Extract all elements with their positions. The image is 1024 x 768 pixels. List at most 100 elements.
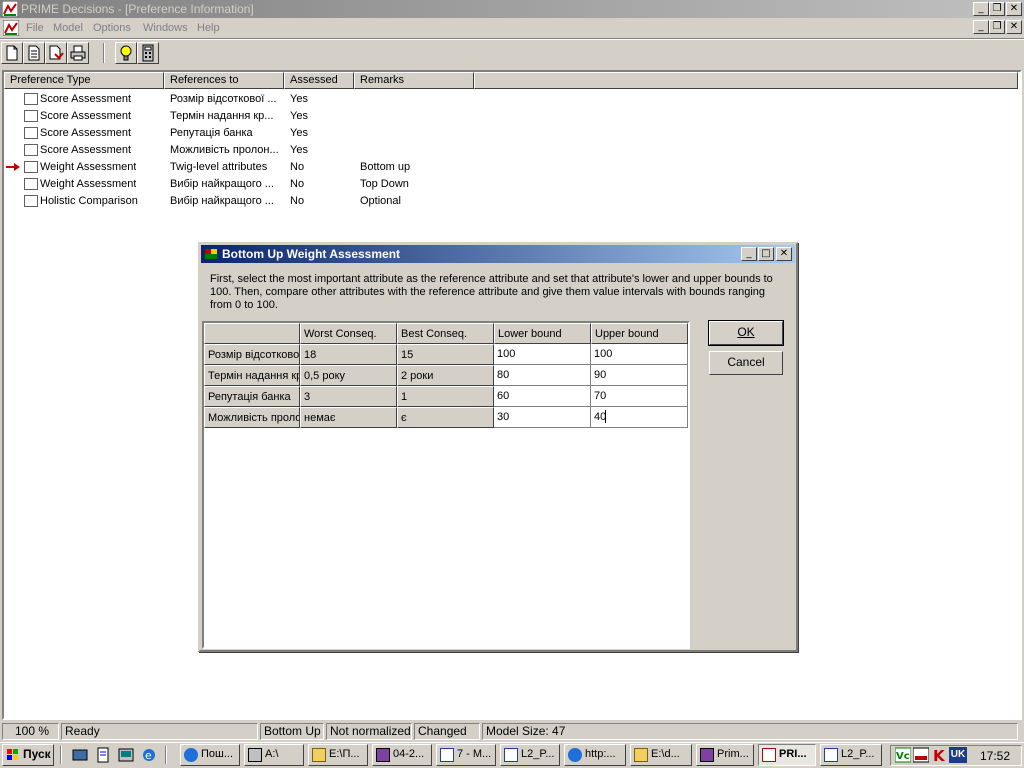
grid-worst-cell: немає: [300, 407, 397, 428]
task-button[interactable]: 04-2...: [372, 744, 432, 766]
task-label: 7 - M...: [457, 748, 492, 760]
weight-chart-icon: [24, 161, 38, 173]
menu-options[interactable]: Options: [93, 22, 131, 34]
grid-lower-bound-input[interactable]: 100: [494, 344, 591, 365]
minimize-button[interactable]: _: [973, 2, 989, 16]
task-button[interactable]: L2_P...: [820, 744, 882, 766]
antivirus-k-icon[interactable]: K: [931, 747, 947, 765]
dialog-title-bar[interactable]: Bottom Up Weight Assessment _ □ ✕: [201, 245, 795, 263]
explorer-icon[interactable]: [118, 747, 134, 763]
pref-type: Score Assessment: [40, 93, 132, 105]
task-button[interactable]: 7 - M...: [436, 744, 496, 766]
task-label: Пош...: [201, 748, 234, 760]
grid-header-upper[interactable]: Upper bound: [591, 323, 688, 344]
start-button[interactable]: Пуск: [2, 744, 54, 766]
print-button[interactable]: [67, 42, 89, 64]
child-restore-button[interactable]: ❐: [989, 20, 1005, 34]
clock[interactable]: 17:52: [980, 749, 1010, 763]
child-close-button[interactable]: ✕: [1006, 20, 1022, 34]
vc-tray-icon[interactable]: Vc: [894, 747, 912, 763]
grid-upper-bound-input[interactable]: 90: [591, 365, 688, 386]
close-button[interactable]: ✕: [1006, 2, 1022, 16]
idea-button[interactable]: [115, 42, 137, 64]
child-minimize-button[interactable]: _: [973, 20, 989, 34]
internet-explorer-icon[interactable]: e: [141, 747, 157, 763]
grid-header-best[interactable]: Best Conseq.: [397, 323, 494, 344]
calculator-button[interactable]: [137, 42, 159, 64]
year-tray-icon[interactable]: [912, 747, 930, 763]
dialog-minimize-button[interactable]: _: [741, 247, 757, 261]
drive-icon: [248, 748, 262, 762]
task-button[interactable]: E:\П...: [308, 744, 368, 766]
dialog-close-button[interactable]: ✕: [776, 247, 792, 261]
word-icon: [504, 748, 518, 762]
cancel-label: Cancel: [727, 355, 765, 369]
menu-help[interactable]: Help: [197, 22, 220, 34]
new-file-button[interactable]: [1, 42, 23, 64]
grid-header-lower[interactable]: Lower bound: [494, 323, 591, 344]
pref-row[interactable]: Weight Assessment Вибір найкращого ... N…: [4, 176, 1018, 193]
pref-row[interactable]: Score Assessment Розмір відсоткової ... …: [4, 91, 1018, 108]
pref-assessed: No: [290, 178, 305, 190]
col-header-preference-type[interactable]: Preference Type: [4, 72, 164, 89]
task-button[interactable]: E:\d...: [630, 744, 692, 766]
show-desktop-icon[interactable]: [72, 747, 88, 763]
task-button[interactable]: http:...: [564, 744, 626, 766]
child-window-icon[interactable]: [2, 19, 20, 37]
pref-row[interactable]: Score Assessment Термін надання кр... Ye…: [4, 108, 1018, 125]
grid-attribute-cell: Репутація банка: [204, 386, 300, 407]
grid-best-cell: 2 роки: [397, 365, 494, 386]
menu-file[interactable]: File: [26, 22, 44, 34]
notepad-icon[interactable]: [95, 747, 111, 763]
open-file-button[interactable]: [23, 42, 45, 64]
col-header-remarks[interactable]: Remarks: [354, 72, 474, 89]
holistic-chart-icon: [24, 195, 38, 207]
close-icon: ✕: [1009, 21, 1019, 32]
pref-type: Holistic Comparison: [40, 195, 138, 207]
grid-lower-bound-input[interactable]: 30: [494, 407, 591, 428]
dialog-maximize-button[interactable]: □: [758, 247, 774, 261]
score-chart-icon: [24, 110, 38, 122]
pref-ref: Розмір відсоткової ...: [170, 93, 277, 105]
menu-windows[interactable]: Windows: [143, 22, 188, 34]
status-mode: Bottom Up: [260, 723, 324, 740]
col-header-references-to[interactable]: References to: [164, 72, 284, 89]
status-zoom: 100 %: [2, 723, 59, 740]
minimize-icon: _: [746, 248, 752, 259]
grid-upper-bound-input[interactable]: 100: [591, 344, 688, 365]
language-indicator[interactable]: UK: [949, 747, 967, 763]
score-chart-icon: [24, 93, 38, 105]
grid-attribute-cell: Термін надання кредиту: [204, 365, 300, 386]
status-changed: Changed: [414, 723, 480, 740]
start-label: Пуск: [23, 747, 51, 761]
app-title-bar[interactable]: PRIME Decisions - [Preference Informatio…: [0, 0, 1024, 18]
task-label: 04-2...: [393, 748, 425, 760]
cancel-button[interactable]: Cancel: [709, 351, 783, 375]
menu-bar: File Model Options Windows Help _ ❐ ✕: [0, 19, 1024, 38]
save-file-button[interactable]: [45, 42, 67, 64]
grid-worst-cell: 18: [300, 344, 397, 365]
grid-header-worst[interactable]: Worst Conseq.: [300, 323, 397, 344]
pref-remarks: Bottom up: [360, 161, 411, 173]
grid-lower-bound-input[interactable]: 80: [494, 365, 591, 386]
task-label: L2_P...: [521, 748, 555, 760]
pref-row[interactable]: Score Assessment Можливість пролон... Ye…: [4, 142, 1018, 159]
pref-ref: Вибір найкращого ...: [170, 195, 274, 207]
col-header-assessed[interactable]: Assessed: [284, 72, 354, 89]
grid-lower-bound-input[interactable]: 60: [494, 386, 591, 407]
restore-button[interactable]: ❐: [989, 2, 1005, 16]
dialog-app-icon: [204, 247, 218, 261]
status-normalization: Not normalized: [326, 723, 412, 740]
windows-logo-icon: [6, 748, 20, 762]
task-button[interactable]: Пош...: [180, 744, 240, 766]
task-button[interactable]: L2_P...: [500, 744, 560, 766]
task-button[interactable]: Prim...: [696, 744, 754, 766]
menu-model[interactable]: Model: [53, 22, 83, 34]
ok-button[interactable]: OK: [709, 321, 783, 345]
pref-row[interactable]: Weight Assessment Twig-level attributes …: [4, 159, 1018, 176]
pref-row[interactable]: Holistic Comparison Вибір найкращого ...…: [4, 193, 1018, 210]
grid-upper-bound-input[interactable]: 70: [591, 386, 688, 407]
task-button[interactable]: A:\: [244, 744, 304, 766]
task-button-active[interactable]: PRI...: [758, 744, 816, 766]
pref-row[interactable]: Score Assessment Репутація банка Yes: [4, 125, 1018, 142]
